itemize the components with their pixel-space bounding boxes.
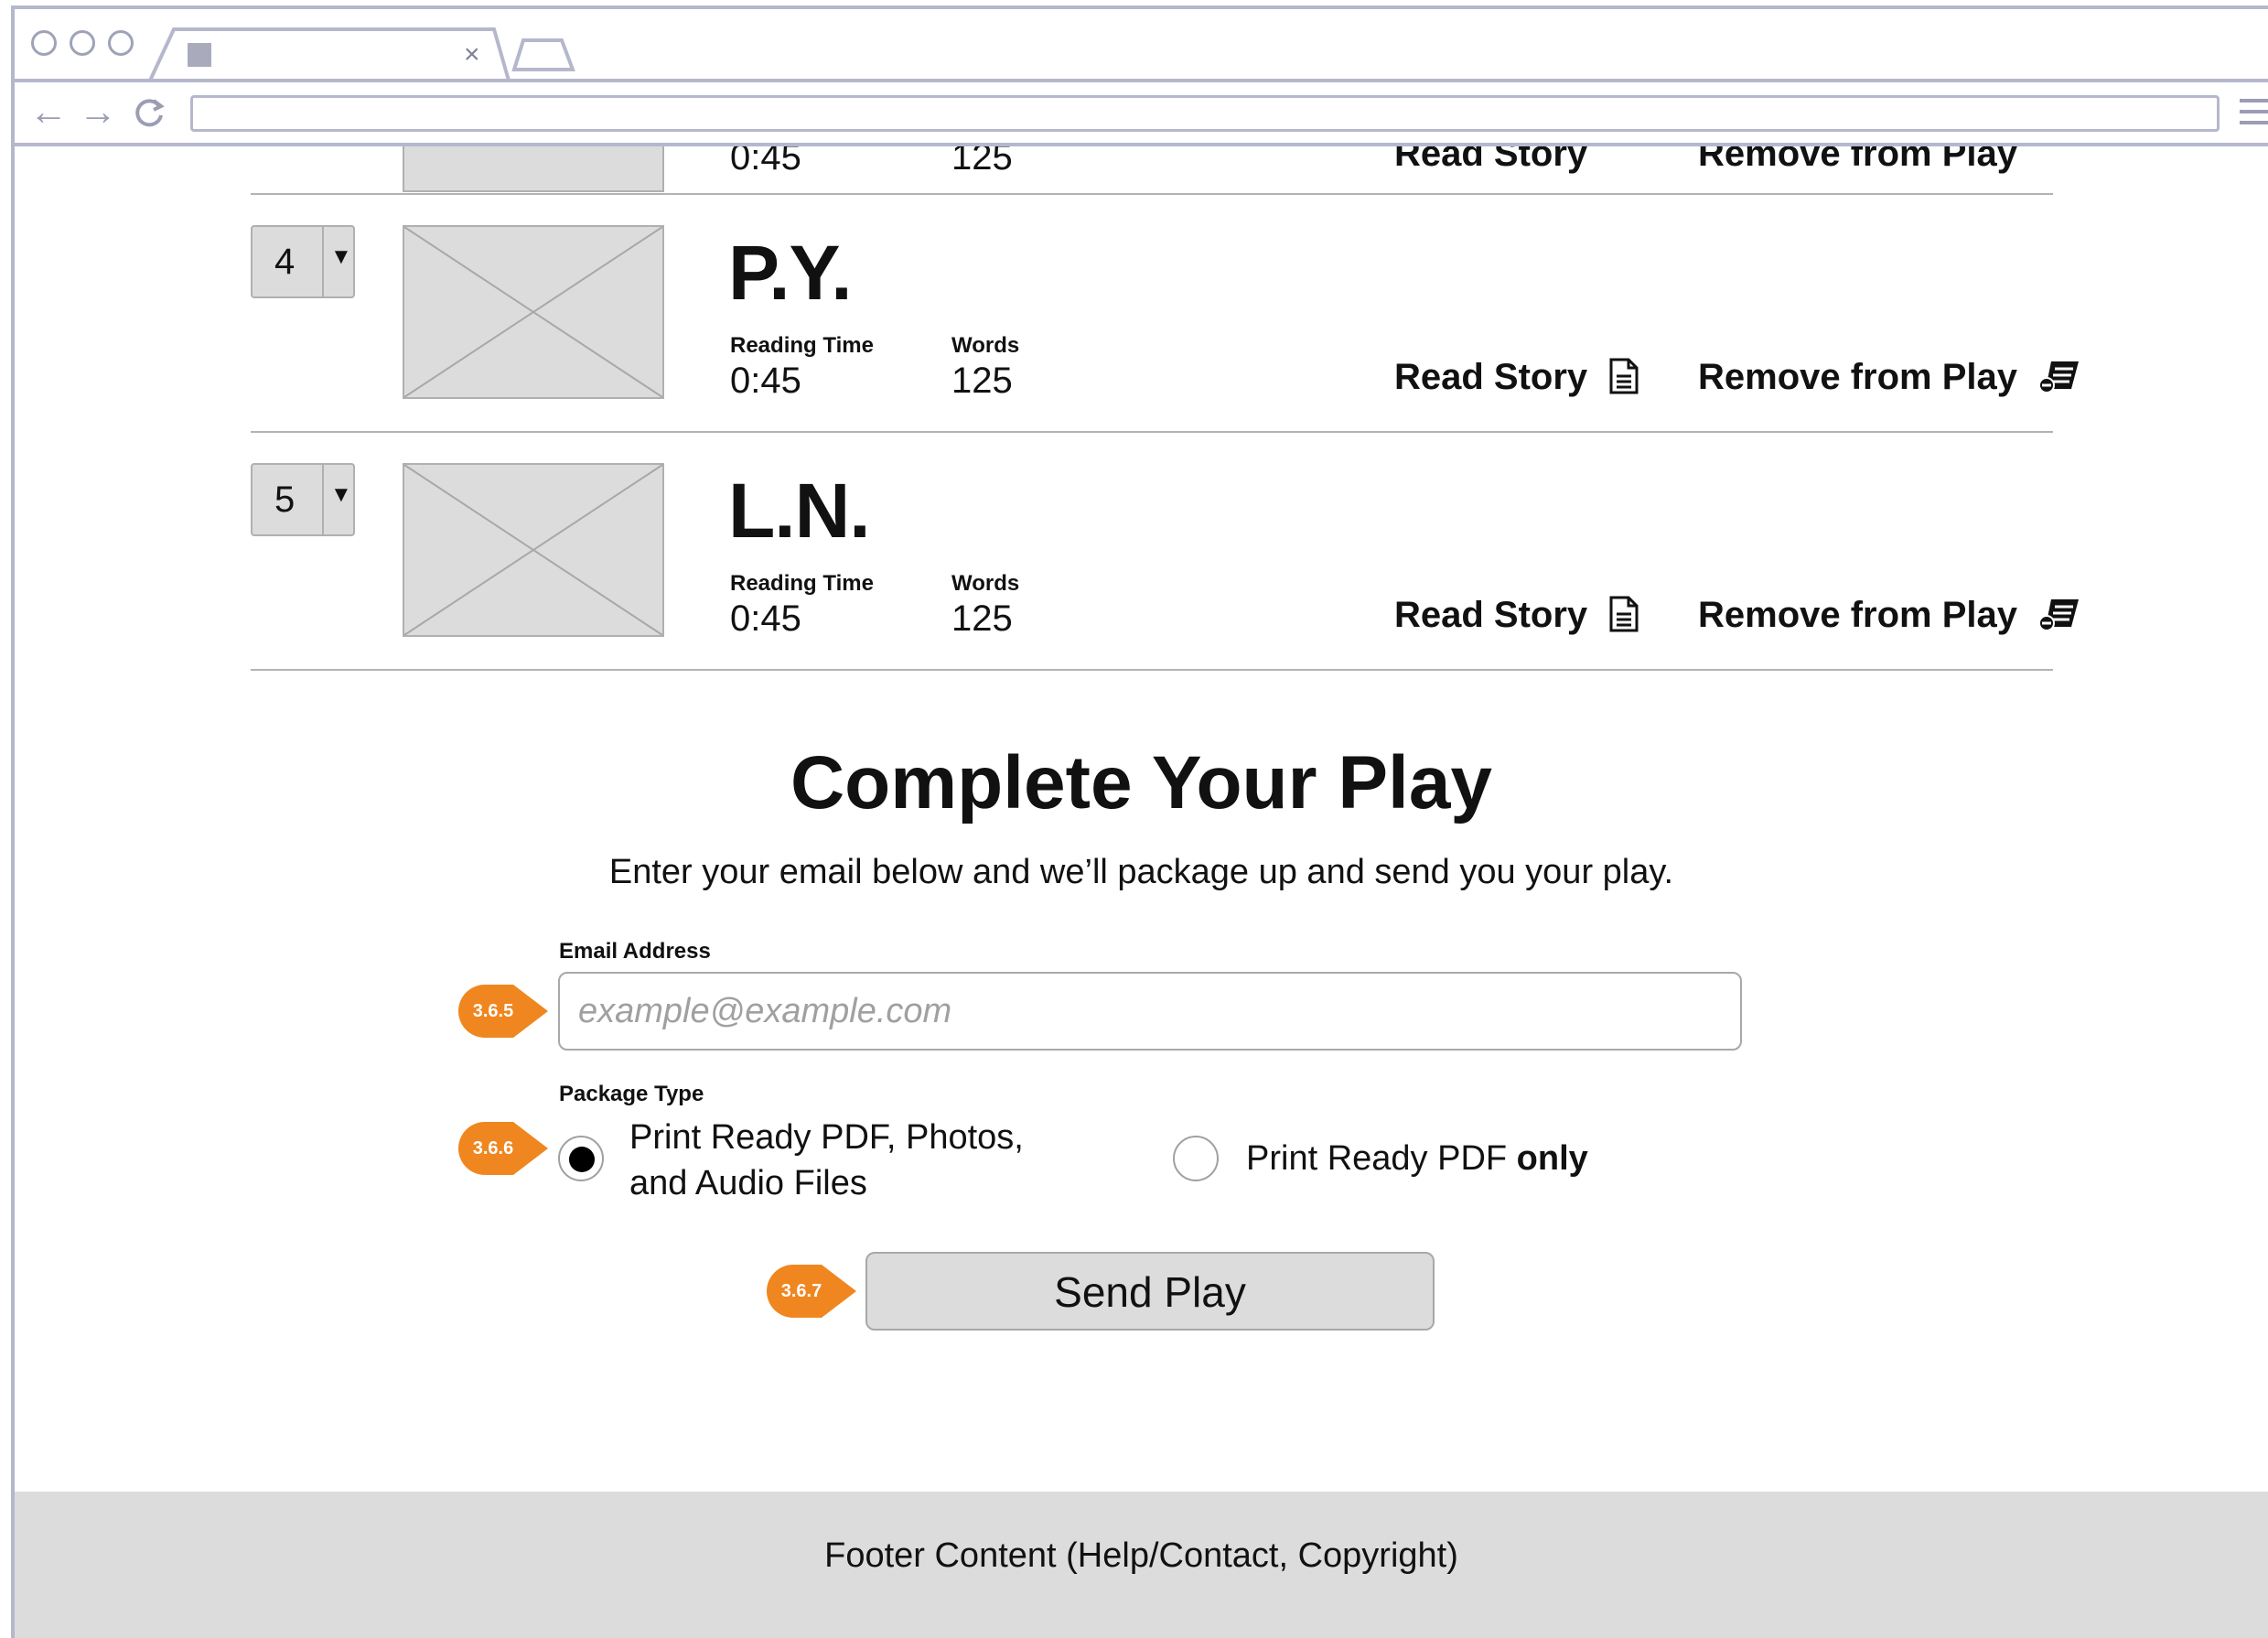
story-thumbnail	[403, 146, 664, 192]
story-thumbnail	[403, 463, 664, 637]
package-full-radio[interactable]	[558, 1136, 604, 1181]
send-play-button[interactable]: Send Play	[865, 1252, 1435, 1331]
reading-time-value: 0:45	[730, 146, 801, 178]
browser-chrome: × ← →	[0, 0, 2268, 146]
words-value: 125	[951, 361, 1013, 401]
address-bar[interactable]	[190, 95, 2220, 132]
remove-from-play-link[interactable]: Remove from Play	[1698, 146, 2017, 176]
package-full-line2: and Audio Files	[629, 1164, 867, 1202]
new-tab-icon[interactable]	[511, 37, 576, 73]
story-row: 4 ▼ P.Y. Reading Time 0:45 Words 125 Rea…	[251, 225, 2080, 426]
read-story-link[interactable]: Read Story	[1394, 146, 1587, 176]
remove-script-icon	[2038, 361, 2080, 393]
package-full-line1: Print Ready PDF, Photos,	[629, 1118, 1024, 1157]
page-footer: Footer Content (Help/Contact, Copyright)	[15, 1492, 2268, 1638]
footer-text: Footer Content (Help/Contact, Copyright)	[824, 1536, 1458, 1575]
story-title: P.Y.	[728, 230, 853, 316]
read-story-label: Read Story	[1394, 357, 1588, 397]
story-title: L.N.	[728, 468, 871, 554]
remove-from-play-link[interactable]: Remove from Play	[1698, 355, 2082, 399]
email-label: Email Address	[559, 939, 711, 964]
story-order-value: 5	[274, 480, 296, 520]
reading-time-label: Reading Time	[730, 571, 874, 596]
package-type-label: Package Type	[559, 1082, 704, 1106]
package-pdf-label[interactable]: Print Ready PDF only	[1246, 1136, 1588, 1181]
page-viewport: 0:45 125 Read Story Remove from Play 4 ▼…	[15, 146, 2268, 1638]
package-pdf-text: Print Ready PDF	[1246, 1139, 1517, 1178]
annotation-callout: 3.6.6	[458, 1122, 548, 1180]
story-order-select[interactable]: 4 ▼	[251, 225, 355, 298]
reading-time-value: 0:45	[730, 361, 801, 401]
read-story-link[interactable]: Read Story	[1394, 593, 1639, 637]
annotation-callout: 3.6.7	[767, 1265, 856, 1322]
callout-label: 3.6.5	[472, 1001, 514, 1021]
read-story-link[interactable]: Read Story	[1394, 355, 1639, 399]
read-story-label: Read Story	[1394, 146, 1588, 174]
reading-time-value: 0:45	[730, 598, 801, 639]
callout-label: 3.6.7	[780, 1281, 822, 1301]
tab-close-icon[interactable]: ×	[464, 41, 480, 69]
package-pdf-only: only	[1516, 1139, 1588, 1178]
complete-play-heading: Complete Your Play	[790, 741, 1493, 824]
email-input[interactable]	[558, 972, 1742, 1051]
row-divider	[251, 431, 2053, 433]
remove-script-icon	[2038, 599, 2080, 631]
browser-menu-icon[interactable]	[2240, 99, 2268, 132]
read-story-label: Read Story	[1394, 595, 1588, 635]
complete-play-subtitle: Enter your email below and we’ll package…	[608, 853, 1674, 891]
story-order-value: 4	[274, 242, 296, 282]
window-maximize-icon[interactable]	[108, 30, 134, 56]
words-value: 125	[951, 598, 1013, 639]
callout-label: 3.6.6	[472, 1138, 514, 1158]
back-arrow-icon[interactable]: ←	[29, 92, 68, 132]
tab-favicon-icon	[188, 43, 211, 67]
row-divider	[251, 669, 2053, 671]
remove-from-play-label: Remove from Play	[1698, 146, 2018, 174]
document-icon	[1609, 596, 1639, 632]
window-minimize-icon[interactable]	[70, 30, 95, 56]
annotation-callout: 3.6.5	[458, 985, 548, 1042]
words-label: Words	[951, 333, 1020, 358]
story-thumbnail	[403, 225, 664, 399]
window-border-top	[11, 5, 2268, 9]
document-icon	[1609, 358, 1639, 394]
remove-from-play-label: Remove from Play	[1698, 595, 2018, 635]
story-order-select[interactable]: 5 ▼	[251, 463, 355, 536]
story-row: 5 ▼ L.N. Reading Time 0:45 Words 125 Rea…	[251, 463, 2080, 664]
remove-from-play-label: Remove from Play	[1698, 357, 2018, 397]
reading-time-label: Reading Time	[730, 333, 874, 358]
package-pdf-radio[interactable]	[1173, 1136, 1219, 1181]
dropdown-arrow-icon: ▼	[330, 482, 352, 507]
package-full-label[interactable]: Print Ready PDF, Photos, and Audio Files	[629, 1115, 1024, 1206]
words-value: 125	[951, 146, 1013, 178]
remove-from-play-link[interactable]: Remove from Play	[1698, 593, 2082, 637]
window-close-icon[interactable]	[31, 30, 57, 56]
reload-icon[interactable]	[134, 97, 165, 128]
story-row-partial: 0:45 125 Read Story Remove from Play	[251, 146, 2068, 194]
row-divider	[251, 193, 2053, 195]
tabbar-divider	[11, 79, 2268, 82]
words-label: Words	[951, 571, 1020, 596]
dropdown-arrow-icon: ▼	[330, 244, 352, 269]
forward-arrow-icon[interactable]: →	[79, 92, 117, 132]
radio-selected-dot	[569, 1147, 595, 1172]
